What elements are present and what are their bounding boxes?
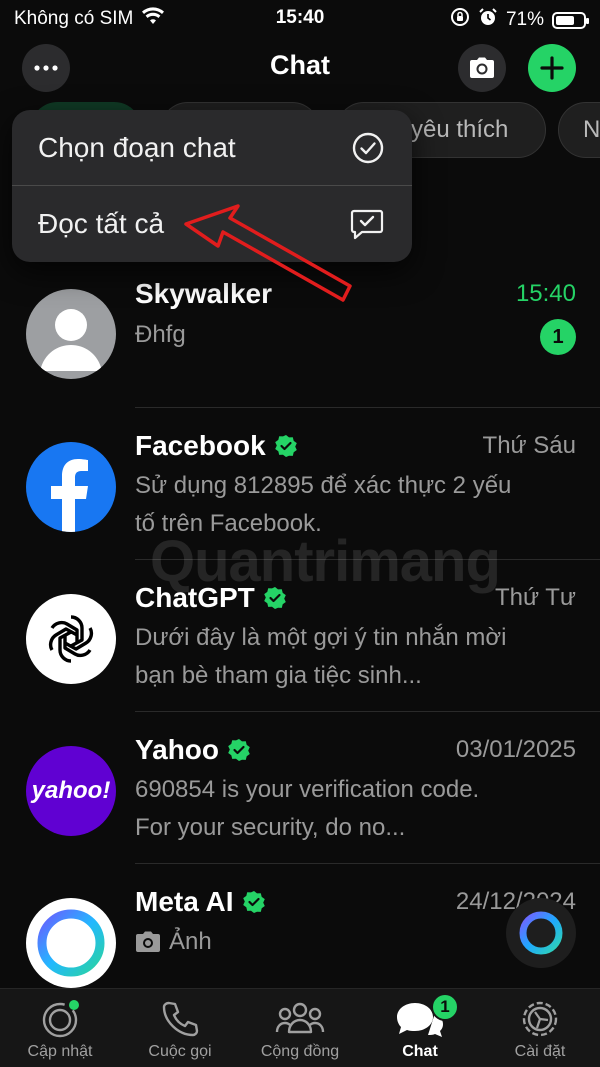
- verified-badge-icon: [274, 435, 297, 457]
- meta-ai-logo-icon: [37, 909, 105, 977]
- verified-badge-icon: [242, 891, 265, 913]
- chat-time: 03/01/2025: [455, 736, 576, 763]
- camera-button[interactable]: [458, 44, 506, 92]
- filter-chip-label: N: [583, 116, 600, 143]
- tab-settings[interactable]: Cài đặt: [480, 989, 600, 1067]
- meta-ai-icon: [519, 911, 563, 955]
- facebook-logo-icon: [51, 459, 88, 532]
- check-circle-icon: [352, 132, 384, 171]
- tab-calls[interactable]: Cuộc gọi: [120, 989, 240, 1067]
- watermark: Quantrimang: [150, 529, 501, 594]
- tab-label: Chat: [402, 1043, 438, 1060]
- filter-chip-groups[interactable]: N: [558, 102, 600, 158]
- default-avatar-icon: [40, 309, 102, 371]
- chat-preview: Dưới đây là một gợi ý tin nhắn mời bạn b…: [135, 624, 507, 689]
- settings-icon: [519, 997, 561, 1041]
- status-bar: Không có SIM 15:40 71%: [0, 0, 600, 36]
- filter-chip-label: yêu thích: [411, 116, 509, 143]
- chat-time: Thứ Tư: [494, 584, 576, 611]
- tab-label: Cộng đồng: [260, 1043, 340, 1060]
- battery-icon: [552, 11, 589, 29]
- menu-item-label: Chọn đoạn chat: [38, 132, 236, 163]
- tab-updates[interactable]: Cập nhật: [0, 989, 120, 1067]
- tab-label: Cuộc gọi: [148, 1043, 212, 1060]
- avatar: yahoo!: [26, 746, 116, 836]
- avatar: [26, 442, 116, 532]
- updates-icon: [39, 997, 81, 1041]
- new-chat-button[interactable]: [528, 44, 576, 92]
- meta-ai-button[interactable]: [506, 898, 576, 968]
- annotation-arrow-icon: [184, 204, 352, 302]
- rotation-lock-icon: [450, 7, 470, 33]
- menu-item-select-chats[interactable]: Chọn đoạn chat: [12, 110, 412, 186]
- camera-icon: [470, 57, 494, 78]
- tab-bar: Cập nhật Cuộc gọi Cộng đồng 1 Chat Cài đ…: [0, 988, 600, 1067]
- community-icon: [274, 997, 326, 1041]
- tab-label: Cài đặt: [514, 1043, 566, 1060]
- chat-name: Yahoo: [135, 734, 251, 766]
- photo-camera-icon: [136, 931, 160, 952]
- tab-chats[interactable]: 1 Chat: [360, 989, 480, 1067]
- plus-icon: [540, 56, 564, 80]
- chat-name: Facebook: [135, 430, 298, 462]
- battery-percent: 71%: [505, 9, 544, 30]
- chat-icon: 1: [395, 993, 459, 1041]
- verified-badge-icon: [228, 739, 250, 761]
- avatar: [26, 898, 116, 988]
- tab-communities[interactable]: Cộng đồng: [240, 989, 360, 1067]
- avatar: [26, 289, 116, 379]
- chat-preview: Đhfg: [135, 321, 186, 348]
- yahoo-logo-icon: yahoo!: [31, 777, 111, 804]
- chat-time: 15:40: [515, 280, 576, 307]
- chatgpt-logo-icon: [48, 615, 94, 663]
- alarm-icon: [478, 7, 498, 33]
- page-title: Chat: [270, 50, 330, 80]
- chat-list: Skywalker 15:40 Đhfg 1 Facebook Thứ Sáu …: [0, 256, 600, 988]
- avatar: [26, 594, 116, 684]
- phone-icon: [160, 997, 200, 1041]
- unread-badge: 1: [540, 319, 576, 355]
- menu-item-label: Đọc tất cả: [38, 208, 165, 239]
- chat-name: Meta AI: [135, 886, 266, 918]
- chat-preview: 690854 is your verification code. For yo…: [135, 776, 480, 841]
- chat-time: Thứ Sáu: [482, 432, 576, 459]
- battery-fill: [556, 15, 574, 25]
- unread-count-badge: 1: [431, 993, 459, 1021]
- chat-preview: Ảnh: [135, 923, 520, 961]
- status-right: 71%: [450, 7, 589, 33]
- tab-label: Cập nhật: [27, 1043, 93, 1060]
- header: Chat: [0, 36, 600, 100]
- chat-row-yahoo[interactable]: yahoo! Yahoo 03/01/2025 690854 is your v…: [0, 712, 600, 864]
